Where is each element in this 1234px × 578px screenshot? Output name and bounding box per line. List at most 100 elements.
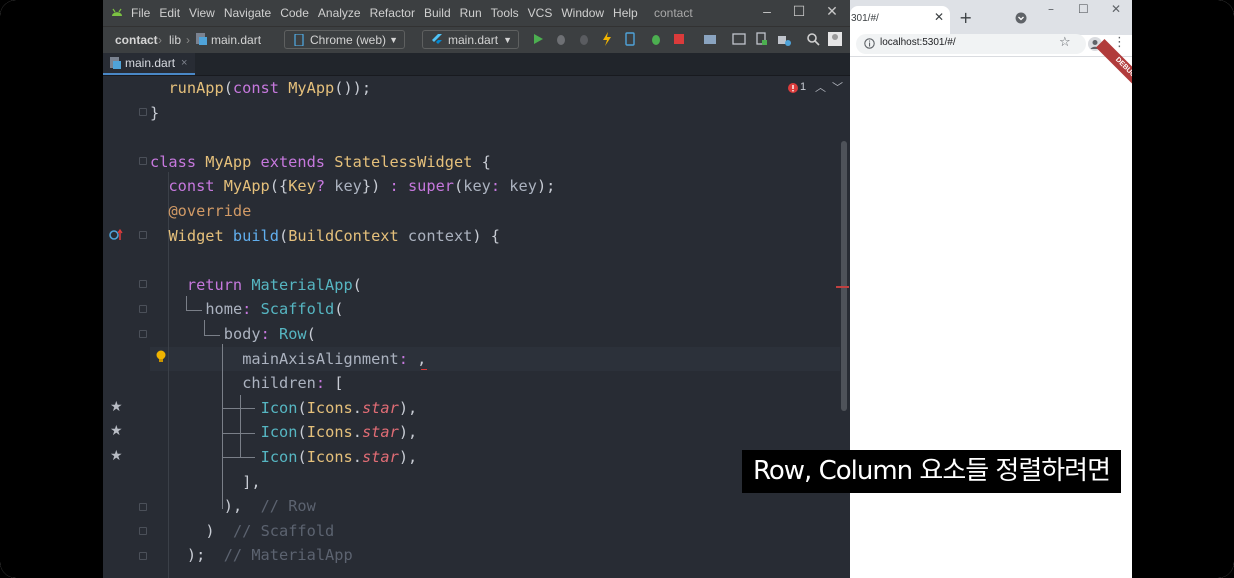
override-method-icon[interactable] xyxy=(109,228,123,242)
caret-down-icon: ▼ xyxy=(503,35,512,45)
code-token: home xyxy=(205,300,243,318)
tab-search-icon[interactable] xyxy=(1015,12,1027,24)
code-line[interactable]: ], xyxy=(242,470,260,494)
info-icon[interactable] xyxy=(864,38,875,49)
tab-close-icon[interactable]: × xyxy=(181,53,187,73)
url-text: localhost:5301/#/ xyxy=(880,37,956,48)
menu-analyze[interactable]: Analyze xyxy=(318,6,361,20)
minimize-button[interactable]: – xyxy=(757,3,777,19)
code-token: { xyxy=(481,153,491,171)
code-editor[interactable]: ★ ★ ★ 1 ︿ ﹀ runApp(const MyApp());} class… xyxy=(103,76,850,578)
tree-connector xyxy=(186,310,202,311)
menu-edit[interactable]: Edit xyxy=(159,6,180,20)
android-studio-icon xyxy=(112,8,122,16)
code-line[interactable]: mainAxisAlignment: , xyxy=(242,347,426,371)
browser-tab[interactable]: 301/#/ ✕ xyxy=(850,6,950,35)
code-line[interactable]: ), // Row xyxy=(224,494,316,518)
code-line[interactable]: Icon(Icons.star), xyxy=(261,396,418,420)
phone-icon xyxy=(294,34,304,46)
code-line[interactable]: ) // Scaffold xyxy=(205,519,334,543)
code-line[interactable]: Icon(Icons.star), xyxy=(261,445,418,469)
maximize-button[interactable]: ☐ xyxy=(789,3,809,20)
fold-marker-icon[interactable] xyxy=(139,305,147,313)
menu-vcs[interactable]: VCS xyxy=(528,6,553,20)
code-token: }) xyxy=(361,177,390,195)
menu-window[interactable]: Window xyxy=(561,6,604,20)
breadcrumb-project[interactable]: contact xyxy=(115,33,158,47)
stop-icon[interactable] xyxy=(672,32,686,46)
code-line[interactable]: class MyApp extends StatelessWidget { xyxy=(150,150,491,174)
code-token: extends xyxy=(260,153,335,171)
browser-menu-icon[interactable]: ⋮ xyxy=(1113,35,1126,50)
menu-navigate[interactable]: Navigate xyxy=(224,6,271,20)
browser-tab-close-icon[interactable]: ✕ xyxy=(934,10,944,24)
breadcrumb-file[interactable]: main.dart xyxy=(211,33,261,47)
menu-file[interactable]: File xyxy=(131,6,150,20)
window-title: contact xyxy=(654,6,693,20)
device-manager-icon[interactable] xyxy=(754,32,768,46)
account-icon[interactable] xyxy=(828,32,842,46)
attach-debugger-icon[interactable] xyxy=(577,32,591,46)
menu-view[interactable]: View xyxy=(189,6,215,20)
address-bar[interactable]: localhost:5301/#/ ☆ xyxy=(856,34,1086,54)
search-icon[interactable] xyxy=(806,32,820,46)
menu-help[interactable]: Help xyxy=(613,6,638,20)
fold-marker-icon[interactable] xyxy=(139,503,147,511)
tree-connector xyxy=(222,344,223,509)
lightbulb-icon[interactable] xyxy=(155,350,167,364)
bookmark-star-icon[interactable]: ☆ xyxy=(1059,35,1071,50)
fold-marker-icon[interactable] xyxy=(139,552,147,560)
browser-close-button[interactable]: ✕ xyxy=(1111,2,1121,16)
code-line[interactable]: @override xyxy=(168,199,251,223)
code-line[interactable]: runApp(const MyApp()); xyxy=(168,76,371,100)
error-icon[interactable] xyxy=(788,83,798,93)
sdk-manager-icon[interactable] xyxy=(777,32,791,46)
run-config-selector[interactable]: main.dart ▼ xyxy=(422,30,519,49)
code-token: } xyxy=(150,104,160,122)
new-tab-button[interactable]: + xyxy=(959,8,972,27)
fold-marker-icon[interactable] xyxy=(139,231,147,239)
code-line[interactable]: Widget build(BuildContext context) { xyxy=(168,224,500,248)
code-line[interactable]: } xyxy=(150,101,159,125)
vertical-scrollbar[interactable] xyxy=(841,141,847,411)
code-token: : xyxy=(242,300,261,318)
browser-maximize-button[interactable]: ☐ xyxy=(1078,2,1089,16)
project-structure-icon[interactable] xyxy=(703,32,717,46)
terminal-icon[interactable] xyxy=(732,32,746,46)
error-stripe-marker[interactable] xyxy=(836,286,849,288)
code-line[interactable]: home: Scaffold( xyxy=(205,297,343,321)
tab-main-dart[interactable]: main.dart × xyxy=(103,53,195,75)
menu-build[interactable]: Build xyxy=(424,6,451,20)
flutter-inspector-icon[interactable] xyxy=(649,32,663,46)
run-icon[interactable] xyxy=(531,32,545,46)
letterbox-left xyxy=(0,0,103,578)
code-line[interactable]: ); // MaterialApp xyxy=(187,543,353,567)
code-line[interactable]: body: Row( xyxy=(224,322,316,346)
code-line[interactable]: const MyApp({Key? key}) : super(key: key… xyxy=(168,174,555,198)
code-token: star xyxy=(361,448,399,466)
breadcrumb-folder[interactable]: lib xyxy=(169,33,181,47)
next-highlight-icon[interactable]: ﹀ xyxy=(832,79,843,95)
fold-marker-icon[interactable] xyxy=(139,330,147,338)
fold-marker-icon[interactable] xyxy=(139,108,147,116)
menu-tools[interactable]: Tools xyxy=(491,6,519,20)
menu-run[interactable]: Run xyxy=(460,6,482,20)
hot-reload-icon[interactable] xyxy=(600,32,614,46)
code-token: . xyxy=(352,448,362,466)
fold-marker-icon[interactable] xyxy=(139,527,147,535)
fold-marker-icon[interactable] xyxy=(139,280,147,288)
debug-icon[interactable] xyxy=(554,32,568,46)
hot-restart-icon[interactable] xyxy=(623,32,637,46)
code-line[interactable]: children: [ xyxy=(242,371,343,395)
close-button[interactable]: ✕ xyxy=(822,3,842,20)
menu-refactor[interactable]: Refactor xyxy=(370,6,415,20)
fold-marker-icon[interactable] xyxy=(139,157,147,165)
browser-minimize-button[interactable]: – xyxy=(1048,2,1054,16)
code-line[interactable]: return MaterialApp( xyxy=(187,273,362,297)
menu-code[interactable]: Code xyxy=(280,6,309,20)
previous-highlight-icon[interactable]: ︿ xyxy=(815,79,826,95)
code-token: context xyxy=(407,227,473,245)
code-token: . xyxy=(352,399,362,417)
device-selector[interactable]: Chrome (web) ▼ xyxy=(284,30,405,49)
code-line[interactable]: Icon(Icons.star), xyxy=(261,420,418,444)
